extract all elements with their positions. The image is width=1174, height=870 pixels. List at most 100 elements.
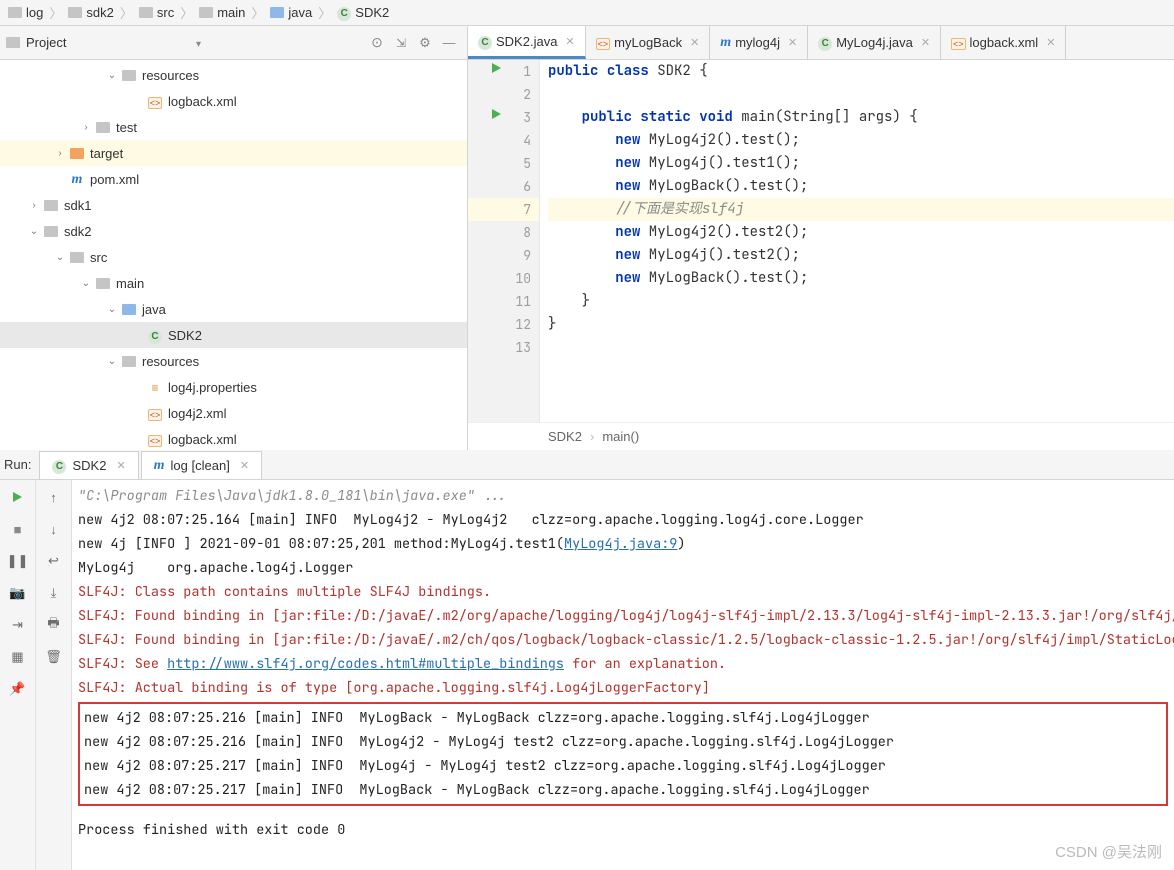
close-icon[interactable]: ✕	[565, 35, 574, 48]
tree-expand-icon[interactable]: ⌄	[78, 278, 94, 289]
breadcrumb-item[interactable]: java	[266, 5, 316, 20]
editor-tab[interactable]: mylog4j✕	[710, 26, 808, 59]
code-line[interactable]: }	[548, 313, 1174, 336]
tree-item[interactable]: SDK2	[0, 322, 467, 348]
line-number[interactable]: 3	[468, 106, 539, 129]
tree-item[interactable]: ⌄java	[0, 296, 467, 322]
hide-button[interactable]	[437, 31, 461, 55]
softwrap-button[interactable]: ↩	[43, 550, 65, 572]
mvn-icon	[154, 457, 165, 474]
tree-item[interactable]: log4j.properties	[0, 374, 467, 400]
rerun-button[interactable]	[7, 486, 29, 508]
code-line[interactable]: new MyLog4j().test1();	[548, 152, 1174, 175]
line-number[interactable]: 6	[468, 175, 539, 198]
tree-item[interactable]: ›target	[0, 140, 467, 166]
line-number[interactable]: 13	[468, 336, 539, 359]
console-output[interactable]: "C:\Program Files\Java\jdk1.8.0_181\bin\…	[72, 480, 1174, 870]
line-number[interactable]: 11	[468, 290, 539, 313]
tree-item[interactable]: ⌄src	[0, 244, 467, 270]
settings-button[interactable]	[413, 31, 437, 55]
run-label: Run:	[4, 457, 31, 472]
tree-expand-icon[interactable]: ⌄	[26, 226, 42, 237]
tree-label: sdk1	[64, 198, 91, 213]
tree-expand-icon[interactable]: ›	[52, 148, 68, 159]
run-tab[interactable]: log [clean]✕	[141, 451, 262, 479]
run-gutter-icon[interactable]	[492, 63, 501, 73]
close-icon[interactable]: ✕	[240, 459, 249, 472]
clear-button[interactable]: 🗑	[43, 646, 65, 668]
editor-tab[interactable]: MyLog4j.java✕	[808, 26, 941, 59]
close-icon[interactable]: ✕	[690, 36, 699, 49]
line-number[interactable]: 12	[468, 313, 539, 336]
code-line[interactable]: new MyLog4j2().test();	[548, 129, 1174, 152]
pause-button[interactable]: ❚❚	[7, 550, 29, 572]
line-number[interactable]: 10	[468, 267, 539, 290]
run-gutter-icon[interactable]	[492, 109, 501, 119]
breadcrumb-item[interactable]: sdk2	[64, 5, 117, 20]
tree-item[interactable]: ⌄resources	[0, 62, 467, 88]
code-editor[interactable]: public class SDK2 { public static void m…	[540, 60, 1174, 422]
print-button[interactable]: 🖶	[43, 614, 65, 636]
line-number[interactable]: 2	[468, 83, 539, 106]
tree-item[interactable]: ›test	[0, 114, 467, 140]
close-icon[interactable]: ✕	[788, 36, 797, 49]
code-line[interactable]: new MyLogBack().test();	[548, 267, 1174, 290]
dump-button[interactable]: 📷	[7, 582, 29, 604]
layout-button[interactable]: ▦	[7, 646, 29, 668]
tree-expand-icon[interactable]: ⌄	[104, 356, 120, 367]
bc-method[interactable]: main()	[602, 429, 639, 444]
tree-expand-icon[interactable]: ›	[26, 200, 42, 211]
code-line[interactable]: }	[548, 290, 1174, 313]
tree-item[interactable]: log4j2.xml	[0, 400, 467, 426]
tree-item[interactable]: ⌄sdk2	[0, 218, 467, 244]
project-dropdown-icon[interactable]	[190, 35, 201, 50]
locate-button[interactable]	[365, 31, 389, 55]
project-tree[interactable]: ⌄resourceslogback.xml›test›targetpom.xml…	[0, 60, 467, 450]
breadcrumb-item[interactable]: log	[4, 5, 47, 20]
line-number[interactable]: 5	[468, 152, 539, 175]
collapse-button[interactable]	[389, 31, 413, 55]
editor-tab[interactable]: myLogBack✕	[586, 26, 711, 59]
tree-item[interactable]: ⌄main	[0, 270, 467, 296]
run-tab[interactable]: SDK2✕	[39, 451, 138, 479]
close-icon[interactable]: ✕	[921, 36, 930, 49]
editor-tab[interactable]: logback.xml✕	[941, 26, 1066, 59]
java-icon	[478, 33, 492, 50]
tree-expand-icon[interactable]: ⌄	[104, 70, 120, 81]
close-icon[interactable]: ✕	[1046, 36, 1055, 49]
bc-class[interactable]: SDK2	[548, 429, 582, 444]
line-number[interactable]: 7	[468, 198, 539, 221]
pin-button[interactable]: 📌	[7, 678, 29, 700]
editor-tab[interactable]: SDK2.java✕	[468, 26, 586, 59]
tree-expand-icon[interactable]: ⌄	[52, 252, 68, 263]
code-line[interactable]: new MyLog4j().test2();	[548, 244, 1174, 267]
code-line[interactable]: new MyLog4j2().test2();	[548, 221, 1174, 244]
line-number[interactable]: 1	[468, 60, 539, 83]
tree-item[interactable]: › sdk1	[0, 192, 467, 218]
code-line[interactable]: new MyLogBack().test();	[548, 175, 1174, 198]
up-button[interactable]: ↑	[43, 486, 65, 508]
line-number[interactable]: 9	[468, 244, 539, 267]
editor-breadcrumb[interactable]: SDK2 › main()	[468, 422, 1174, 450]
code-line[interactable]: public static void main(String[] args) {	[548, 106, 1174, 129]
tree-item[interactable]: ⌄resources	[0, 348, 467, 374]
tree-expand-icon[interactable]: ⌄	[104, 304, 120, 315]
line-number[interactable]: 8	[468, 221, 539, 244]
breadcrumb-item[interactable]: SDK2	[333, 4, 393, 21]
code-line[interactable]: public class SDK2 {	[548, 60, 1174, 83]
code-line[interactable]	[548, 83, 1174, 106]
close-icon[interactable]: ✕	[116, 459, 125, 472]
tree-item[interactable]: logback.xml	[0, 88, 467, 114]
line-number[interactable]: 4	[468, 129, 539, 152]
breadcrumb-item[interactable]: src	[135, 5, 178, 20]
stop-button[interactable]: ■	[7, 518, 29, 540]
code-line[interactable]: //下面是实现slf4j	[548, 198, 1174, 221]
code-line[interactable]	[548, 336, 1174, 359]
tree-item[interactable]: logback.xml	[0, 426, 467, 450]
breadcrumb-item[interactable]: main	[195, 5, 249, 20]
scroll-button[interactable]: ⤓	[43, 582, 65, 604]
tree-expand-icon[interactable]: ›	[78, 122, 94, 133]
tree-item[interactable]: pom.xml	[0, 166, 467, 192]
exit-button[interactable]: ⇥	[7, 614, 29, 636]
down-button[interactable]: ↓	[43, 518, 65, 540]
